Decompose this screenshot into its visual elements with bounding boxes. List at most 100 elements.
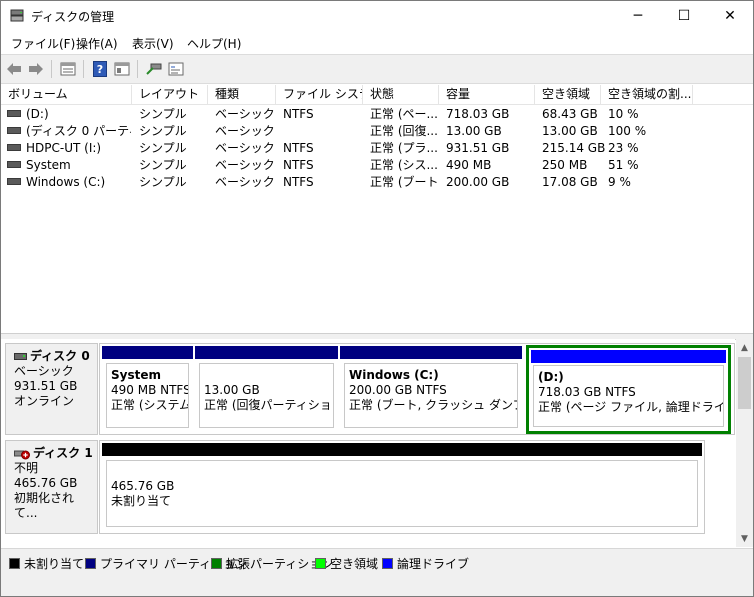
maximize-button[interactable]: ☐	[661, 1, 707, 31]
minimize-icon: ─	[633, 8, 643, 24]
title-bar[interactable]: ディスクの管理 ─ ☐ ✕	[1, 1, 753, 31]
console-icon	[168, 62, 184, 76]
partition-size: 465.76 GB	[111, 479, 175, 493]
legend-unallocated: 未割り当て	[9, 555, 84, 572]
column-header-capacity[interactable]: 容量	[439, 85, 535, 104]
column-header-free-percent[interactable]: 空き領域の割...	[601, 85, 693, 104]
volume-type: ベーシック	[215, 158, 275, 172]
volume-name: System	[26, 158, 71, 172]
volume-status: 正常 (プラ...	[370, 141, 438, 155]
toolbar-separator	[51, 60, 52, 78]
scroll-thumb[interactable]	[738, 357, 751, 409]
table-row[interactable]: (ディスク 0 パーティシ... シンプル ベーシック 正常 (回復... 13…	[1, 123, 753, 140]
disk-error-icon	[14, 450, 30, 459]
volume-status: 正常 (回復...	[370, 124, 438, 138]
disk-connect-button[interactable]	[145, 60, 163, 78]
volume-layout: シンプル	[139, 141, 187, 155]
toolbar-separator	[83, 60, 84, 78]
partition-size: 200.00 GB NTFS	[349, 383, 447, 397]
volume-list-header: ボリューム レイアウト 種類 ファイル システム 状態 容量 空き領域 空き領域…	[1, 85, 753, 105]
legend-swatch	[85, 558, 96, 569]
partition-windows-c[interactable]: Windows (C:) 200.00 GB NTFS 正常 (ブート, クラッ…	[340, 346, 522, 432]
volume-status: 正常 (シス...	[370, 158, 438, 172]
column-header-type[interactable]: 種類	[208, 85, 276, 104]
properties-list-icon	[60, 62, 76, 76]
legend-swatch	[211, 558, 222, 569]
disk-1-status: 初期化されて...	[14, 491, 75, 520]
scroll-up-icon[interactable]: ▲	[736, 339, 753, 356]
volume-free-space: 68.43 GB	[542, 107, 598, 121]
menu-view[interactable]: 表示(V)	[132, 35, 174, 52]
svg-text:?: ?	[97, 63, 103, 76]
table-row[interactable]: HDPC-UT (I:) シンプル ベーシック NTFS 正常 (プラ... 9…	[1, 140, 753, 157]
menu-help[interactable]: ヘルプ(H)	[187, 35, 241, 52]
partition-d-extended[interactable]: (D:) 718.03 GB NTFS 正常 (ページ ファイル, 論理ドライブ…	[526, 345, 731, 434]
scroll-down-icon[interactable]: ▼	[736, 530, 753, 547]
disk-1-name: ディスク 1	[33, 446, 93, 460]
disk-0-label[interactable]: ディスク 0 ベーシック 931.51 GB オンライン	[5, 343, 98, 435]
primary-partition-bar	[195, 346, 338, 359]
legend-swatch	[9, 558, 20, 569]
table-row[interactable]: Windows (C:) シンプル ベーシック NTFS 正常 (ブート... …	[1, 174, 753, 191]
partition-status: 正常 (システム, ア	[111, 398, 188, 412]
volume-free-space: 215.14 GB	[542, 141, 606, 155]
disk-icon	[14, 353, 27, 360]
partition-status: 正常 (ブート, クラッシュ ダンプ, プライ	[349, 398, 517, 412]
volume-icon	[7, 127, 21, 134]
partition-recovery[interactable]: 13.00 GB 正常 (回復パーティション)	[195, 346, 338, 432]
logical-drive-bar	[531, 350, 726, 363]
partition-unallocated[interactable]: 465.76 GB 未割り当て	[102, 443, 702, 531]
legend-swatch	[315, 558, 326, 569]
volume-icon	[7, 144, 21, 151]
minimize-button[interactable]: ─	[615, 1, 661, 31]
partition-status: 正常 (回復パーティション)	[204, 398, 333, 412]
legend-logical-drive: 論理ドライブ	[382, 555, 469, 572]
forward-button[interactable]	[27, 60, 45, 78]
help-button[interactable]: ?	[91, 60, 109, 78]
volume-free-space: 17.08 GB	[542, 175, 598, 189]
volume-name: Windows (C:)	[26, 175, 106, 189]
disk-0-size: 931.51 GB	[14, 379, 78, 393]
disk-1-label[interactable]: ディスク 1 不明 465.76 GB 初期化されて...	[5, 440, 98, 534]
table-row[interactable]: System シンプル ベーシック NTFS 正常 (シス... 490 MB …	[1, 157, 753, 174]
column-header-status[interactable]: 状態	[363, 85, 439, 104]
close-button[interactable]: ✕	[707, 1, 753, 31]
unallocated-bar	[102, 443, 702, 456]
column-header-volume[interactable]: ボリューム	[1, 85, 132, 104]
disk-graphical-view: ディスク 0 ベーシック 931.51 GB オンライン System 490 …	[1, 339, 735, 547]
partition-title: System	[111, 368, 161, 382]
volume-layout: シンプル	[139, 158, 187, 172]
volume-status: 正常 (ブート...	[370, 175, 438, 189]
volume-status: 正常 (ペー...	[370, 107, 438, 121]
volume-free-percent: 23 %	[608, 141, 639, 155]
view-pane-button[interactable]	[113, 60, 131, 78]
volume-free-percent: 10 %	[608, 107, 639, 121]
disk-0-partitions: System 490 MB NTFS 正常 (システム, ア 13.00 GB …	[99, 343, 735, 435]
volume-icon	[7, 110, 21, 117]
partition-status: 未割り当て	[111, 494, 172, 508]
disk-management-app-icon	[10, 9, 24, 22]
volume-type: ベーシック	[215, 175, 275, 189]
close-icon: ✕	[724, 8, 736, 24]
menu-bar: ファイル(F) 操作(A) 表示(V) ヘルプ(H)	[1, 31, 753, 53]
console-button[interactable]	[167, 60, 185, 78]
menu-action[interactable]: 操作(A)	[76, 35, 118, 52]
menu-file[interactable]: ファイル(F)	[11, 35, 75, 52]
table-row[interactable]: (D:) シンプル ベーシック NTFS 正常 (ペー... 718.03 GB…	[1, 106, 753, 123]
column-header-layout[interactable]: レイアウト	[132, 85, 208, 104]
back-button[interactable]	[5, 60, 23, 78]
help-icon: ?	[93, 61, 107, 77]
graph-vertical-scrollbar[interactable]: ▲ ▼	[736, 339, 753, 547]
disk-1-type: 不明	[14, 461, 39, 475]
properties-button[interactable]	[59, 60, 77, 78]
volume-name: HDPC-UT (I:)	[26, 141, 102, 155]
partition-title: (D:)	[538, 370, 564, 384]
column-header-filesystem[interactable]: ファイル システム	[276, 85, 363, 104]
volume-capacity: 13.00 GB	[446, 124, 502, 138]
maximize-icon: ☐	[677, 8, 691, 24]
partition-system[interactable]: System 490 MB NTFS 正常 (システム, ア	[102, 346, 193, 432]
volume-free-percent: 9 %	[608, 175, 631, 189]
volume-filesystem: NTFS	[283, 141, 314, 155]
column-header-free-space[interactable]: 空き領域	[535, 85, 601, 104]
legend-swatch	[382, 558, 393, 569]
